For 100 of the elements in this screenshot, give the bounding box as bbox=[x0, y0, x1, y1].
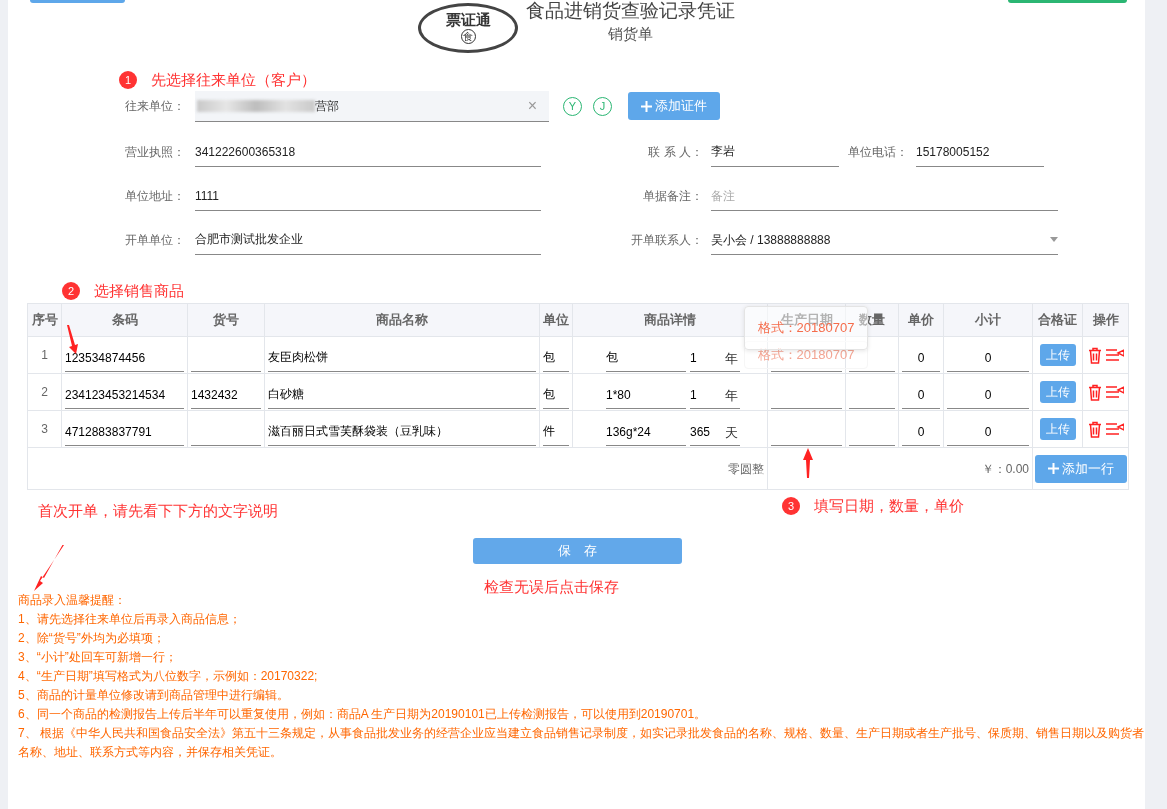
note-item: 6、同一个商品的检测报告上传后半年可以重复使用，例如：商品A 生产日期为20190101已上传检测报告，可以使用到20190701。 bbox=[18, 705, 708, 723]
plus-icon bbox=[641, 100, 652, 112]
note-item: 3、“小计”处回车可新增一行； bbox=[18, 648, 178, 666]
note-item: 1、请先选择往来单位后再录入商品信息； bbox=[18, 610, 242, 628]
input-field[interactable]: 合肥市测试批发企业 bbox=[195, 225, 541, 255]
subtotal-field[interactable]: 0 bbox=[947, 344, 1029, 372]
table-cell[interactable]: 136g*24 365 天 bbox=[572, 410, 768, 448]
note-item: 5、商品的计量单位修改请到商品管理中进行编辑。 bbox=[18, 686, 290, 704]
annotation-text: 检查无误后点击保存 bbox=[484, 578, 619, 595]
price-field[interactable]: 0 bbox=[902, 381, 940, 409]
list-insert-icon[interactable] bbox=[1105, 422, 1124, 436]
table-cell[interactable]: 4712883837791 bbox=[61, 410, 188, 448]
step-instruction: 填写日期，数量，单价 bbox=[814, 495, 964, 516]
select-field[interactable]: 吴小会 / 13888888888 bbox=[711, 225, 1058, 255]
note-item: 2、除“货号”外均为必填项； bbox=[18, 629, 166, 647]
dropdown-caret-icon bbox=[1050, 237, 1058, 242]
input-field[interactable]: 李岩 bbox=[711, 137, 839, 167]
table-cell[interactable]: 滋百丽日式雪芙酥袋装（豆乳味） bbox=[264, 410, 540, 448]
plus-icon bbox=[1048, 463, 1059, 474]
table-cell[interactable]: 白砂糖 bbox=[264, 373, 540, 411]
table-cell[interactable]: 0 bbox=[943, 336, 1033, 374]
barcode-field[interactable]: 234123453214534 bbox=[65, 381, 184, 409]
column-header: 合格证 bbox=[1032, 303, 1083, 337]
spec-field[interactable]: 包 bbox=[606, 344, 686, 372]
page-subtitle: 销货单 bbox=[607, 23, 654, 44]
table-cell[interactable]: 0 bbox=[898, 336, 944, 374]
step-instruction: 先选择往来单位（客户） bbox=[151, 70, 316, 90]
step-number: 1 bbox=[119, 71, 137, 90]
field-label: 营业执照： bbox=[124, 144, 186, 161]
total-amount: ￥：0.00 bbox=[981, 461, 1029, 476]
column-header: 单位 bbox=[539, 303, 573, 337]
field-label: 开单联系人： bbox=[630, 232, 704, 249]
table-cell[interactable]: 1432432 bbox=[187, 373, 265, 411]
spec-field[interactable]: 1*80 bbox=[606, 381, 686, 409]
table-cell[interactable]: 0 bbox=[898, 410, 944, 448]
table-cell[interactable]: 1*80 1 年 bbox=[572, 373, 768, 411]
table-cell[interactable]: 0 bbox=[943, 373, 1033, 411]
table-cell[interactable]: 0 bbox=[943, 410, 1033, 448]
shelf-life-unit: 年 bbox=[725, 350, 738, 369]
product-name-field[interactable]: 白砂糖 bbox=[268, 381, 536, 409]
table-cell[interactable]: 件 bbox=[539, 410, 573, 448]
barcode-field[interactable]: 123534874456 bbox=[65, 344, 184, 372]
column-header: 序号 bbox=[27, 303, 62, 337]
page-title: 食品进销货查验记录凭证 bbox=[526, 0, 735, 23]
arrow-icon bbox=[803, 448, 813, 478]
field-label: 单位地址： bbox=[124, 188, 186, 205]
unit-field[interactable]: 件 bbox=[543, 418, 569, 446]
field-label: 单据备注： bbox=[642, 188, 704, 205]
partner-value: 营部 bbox=[315, 97, 339, 115]
column-header: 单价 bbox=[898, 303, 944, 337]
logo-text: 票证通 bbox=[445, 12, 491, 28]
product-name-field[interactable]: 滋百丽日式雪芙酥袋装（豆乳味） bbox=[268, 418, 536, 446]
trash-icon[interactable] bbox=[1087, 383, 1102, 401]
select-value: 吴小会 / 13888888888 bbox=[711, 231, 831, 249]
step-number: 2 bbox=[62, 282, 80, 301]
column-header: 货号 bbox=[187, 303, 265, 337]
list-insert-icon[interactable] bbox=[1105, 348, 1124, 362]
table-cell[interactable]: 包 bbox=[539, 336, 573, 374]
price-field[interactable]: 0 bbox=[902, 418, 940, 446]
table-cell[interactable]: 234123453214534 bbox=[61, 373, 188, 411]
trash-icon[interactable] bbox=[1087, 420, 1102, 438]
step-number: 3 bbox=[782, 497, 800, 515]
list-insert-icon[interactable] bbox=[1105, 385, 1124, 399]
table-cell[interactable]: 包 bbox=[539, 373, 573, 411]
row-number: 1 bbox=[41, 348, 48, 362]
arrow-icon bbox=[66, 325, 79, 355]
table-cell[interactable]: 0 bbox=[898, 373, 944, 411]
subtotal-field[interactable]: 0 bbox=[947, 381, 1029, 409]
column-header: 小计 bbox=[943, 303, 1033, 337]
step-instruction: 选择销售商品 bbox=[94, 281, 184, 301]
spec-field[interactable]: 136g*24 bbox=[606, 418, 686, 446]
annotation-text: 首次开单，请先看下下方的文字说明 bbox=[38, 501, 278, 518]
input-field[interactable]: 1111 bbox=[195, 181, 541, 211]
product-name-field[interactable]: 友臣肉松饼 bbox=[268, 344, 536, 372]
row-number: 3 bbox=[41, 422, 48, 436]
table-cell[interactable]: 友臣肉松饼 bbox=[264, 336, 540, 374]
trash-icon[interactable] bbox=[1087, 346, 1102, 364]
rounding-label: 零圆整 bbox=[728, 461, 764, 476]
column-header: 商品名称 bbox=[264, 303, 540, 337]
row-number: 2 bbox=[41, 385, 48, 399]
shelf-life-unit: 年 bbox=[725, 387, 738, 406]
field-label: 开单单位： bbox=[124, 232, 186, 249]
field-label: 联 系 人： bbox=[647, 144, 704, 161]
note-item: 7、 根据《中华人民共和国食品安全法》第五十三条规定，从事食品批发业务的经营企业应当建立食品销售记录制度，如实记录批发食品的名称、规格、数量、生产日期或者生产批号、保质期、销售日期以及购货者名称、地址、联系方式等内容，并保存相关凭证。 bbox=[18, 724, 1145, 761]
input-field[interactable]: 15178005152 bbox=[916, 137, 1044, 167]
subtotal-field[interactable]: 0 bbox=[947, 418, 1029, 446]
unit-field[interactable]: 包 bbox=[543, 381, 569, 409]
unit-field[interactable]: 包 bbox=[543, 344, 569, 372]
arrow-icon bbox=[34, 545, 64, 591]
note-item: 4、“生产日期”填写格式为八位数字，示例如：20170322; bbox=[18, 667, 319, 685]
item-number-field[interactable]: 1432432 bbox=[191, 381, 261, 409]
notes-title: 商品录入温馨提醒： bbox=[18, 591, 127, 609]
input-field[interactable]: 341222600365318 bbox=[195, 137, 541, 167]
price-field[interactable]: 0 bbox=[902, 344, 940, 372]
barcode-field[interactable]: 4712883837791 bbox=[65, 418, 184, 446]
column-header: 条码 bbox=[61, 303, 188, 337]
partner-field[interactable]: 营部 × bbox=[195, 90, 549, 122]
input-field[interactable]: 备注 bbox=[711, 181, 1058, 211]
column-header: 操作 bbox=[1082, 303, 1129, 337]
shelf-life-unit: 天 bbox=[725, 424, 738, 443]
